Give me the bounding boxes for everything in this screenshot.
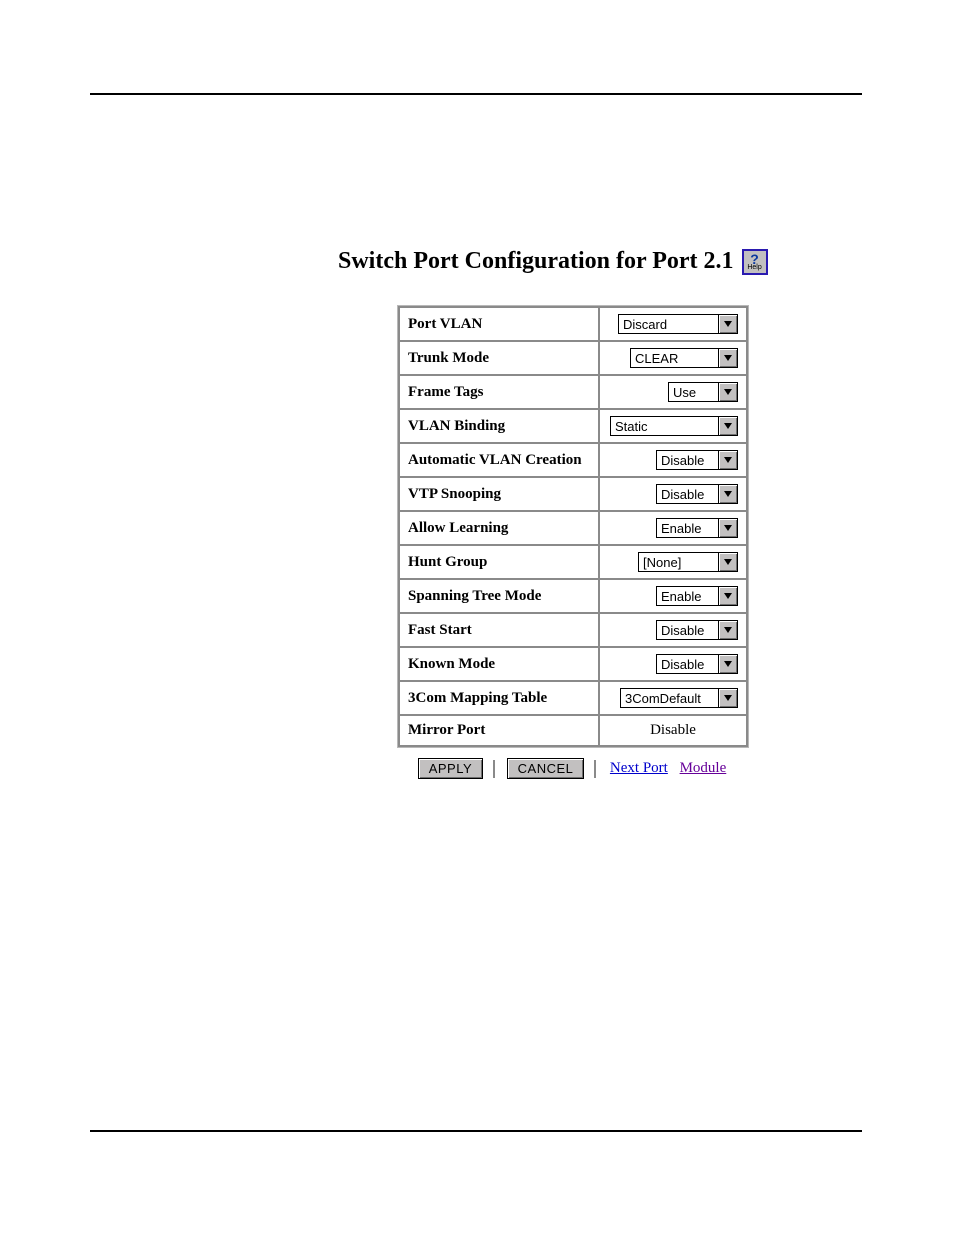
dropdown[interactable]: Disable	[656, 620, 738, 640]
dropdown[interactable]: CLEAR	[630, 348, 738, 368]
chevron-down-icon	[718, 655, 737, 673]
title-row: Switch Port Configuration for Port 2.1 ?…	[338, 248, 808, 275]
field-value-cell: Use	[600, 376, 746, 408]
config-row: Automatic VLAN Creation Disable	[400, 444, 746, 476]
field-value-cell: Static	[600, 410, 746, 442]
config-row: Fast Start Disable	[400, 614, 746, 646]
actions-row: APPLY CANCEL Next Port Module	[397, 758, 749, 779]
config-row: Frame Tags Use	[400, 376, 746, 408]
field-label: Spanning Tree Mode	[400, 580, 598, 612]
chevron-down-icon	[718, 349, 737, 367]
chevron-down-icon	[718, 689, 737, 707]
chevron-down-icon	[718, 587, 737, 605]
config-form: Port VLAN Discard Trunk Mode CLEAR Frame Tag…	[397, 305, 749, 779]
field-static-value: Disable	[600, 716, 746, 745]
config-row: Hunt Group [None]	[400, 546, 746, 578]
separator	[493, 760, 495, 778]
page: Switch Port Configuration for Port 2.1 ?…	[0, 0, 954, 1235]
bottom-rule	[90, 1130, 862, 1132]
dropdown[interactable]: 3ComDefault	[620, 688, 738, 708]
help-icon: ?	[750, 254, 759, 264]
config-row: 3Com Mapping Table 3ComDefault	[400, 682, 746, 714]
dropdown[interactable]: Static	[610, 416, 738, 436]
field-label: 3Com Mapping Table	[400, 682, 598, 714]
chevron-down-icon	[718, 553, 737, 571]
field-label: VTP Snooping	[400, 478, 598, 510]
chevron-down-icon	[718, 451, 737, 469]
field-label: Mirror Port	[400, 716, 598, 745]
field-value-cell: Disable	[600, 478, 746, 510]
chevron-down-icon	[718, 417, 737, 435]
field-value-cell: Disable	[600, 444, 746, 476]
dropdown-value: CLEAR	[631, 349, 718, 367]
field-value-cell: [None]	[600, 546, 746, 578]
config-row: Allow Learning Enable	[400, 512, 746, 544]
field-label: Fast Start	[400, 614, 598, 646]
field-value-cell: Disable	[600, 614, 746, 646]
next-port-link[interactable]: Next Port	[610, 760, 668, 776]
field-value-cell: 3ComDefault	[600, 682, 746, 714]
help-button[interactable]: ? Help	[742, 249, 768, 275]
field-value-cell: Enable	[600, 580, 746, 612]
config-row: Port VLAN Discard	[400, 308, 746, 340]
help-label: Help	[747, 264, 761, 271]
field-label: Known Mode	[400, 648, 598, 680]
dropdown-value: Enable	[657, 587, 718, 605]
dropdown[interactable]: Use	[668, 382, 738, 402]
config-row: Known Mode Disable	[400, 648, 746, 680]
chevron-down-icon	[718, 315, 737, 333]
cancel-button[interactable]: CANCEL	[507, 758, 585, 779]
module-link[interactable]: Module	[680, 760, 727, 776]
dropdown-value: Discard	[619, 315, 718, 333]
dropdown-value: Static	[611, 417, 718, 435]
page-title: Switch Port Configuration for Port 2.1	[338, 248, 734, 275]
field-value-cell: Disable	[600, 648, 746, 680]
chevron-down-icon	[718, 383, 737, 401]
dropdown-value: Disable	[657, 485, 718, 503]
field-label: Trunk Mode	[400, 342, 598, 374]
field-value-cell: CLEAR	[600, 342, 746, 374]
config-row: Trunk Mode CLEAR	[400, 342, 746, 374]
dropdown[interactable]: Discard	[618, 314, 738, 334]
dropdown[interactable]: Enable	[656, 586, 738, 606]
dropdown-value: Disable	[657, 451, 718, 469]
dropdown-value: Disable	[657, 621, 718, 639]
dropdown-value: [None]	[639, 553, 718, 571]
field-value-cell: Discard	[600, 308, 746, 340]
field-label: Allow Learning	[400, 512, 598, 544]
dropdown-value: Enable	[657, 519, 718, 537]
config-row: VLAN Binding Static	[400, 410, 746, 442]
chevron-down-icon	[718, 621, 737, 639]
dropdown-value: Use	[669, 383, 718, 401]
config-row: Mirror PortDisable	[400, 716, 746, 745]
field-label: Hunt Group	[400, 546, 598, 578]
content-area: Switch Port Configuration for Port 2.1 ?…	[338, 248, 808, 779]
chevron-down-icon	[718, 519, 737, 537]
dropdown-value: 3ComDefault	[621, 689, 718, 707]
dropdown[interactable]: Disable	[656, 450, 738, 470]
field-label: Frame Tags	[400, 376, 598, 408]
field-label: Port VLAN	[400, 308, 598, 340]
field-value-cell: Enable	[600, 512, 746, 544]
dropdown[interactable]: Disable	[656, 654, 738, 674]
config-table: Port VLAN Discard Trunk Mode CLEAR Frame Tag…	[397, 305, 749, 748]
separator	[594, 760, 596, 778]
apply-button[interactable]: APPLY	[418, 758, 483, 779]
dropdown[interactable]: Enable	[656, 518, 738, 538]
field-label: VLAN Binding	[400, 410, 598, 442]
dropdown[interactable]: Disable	[656, 484, 738, 504]
field-label: Automatic VLAN Creation	[400, 444, 598, 476]
dropdown[interactable]: [None]	[638, 552, 738, 572]
config-row: Spanning Tree Mode Enable	[400, 580, 746, 612]
top-rule	[90, 93, 862, 95]
config-row: VTP Snooping Disable	[400, 478, 746, 510]
dropdown-value: Disable	[657, 655, 718, 673]
chevron-down-icon	[718, 485, 737, 503]
